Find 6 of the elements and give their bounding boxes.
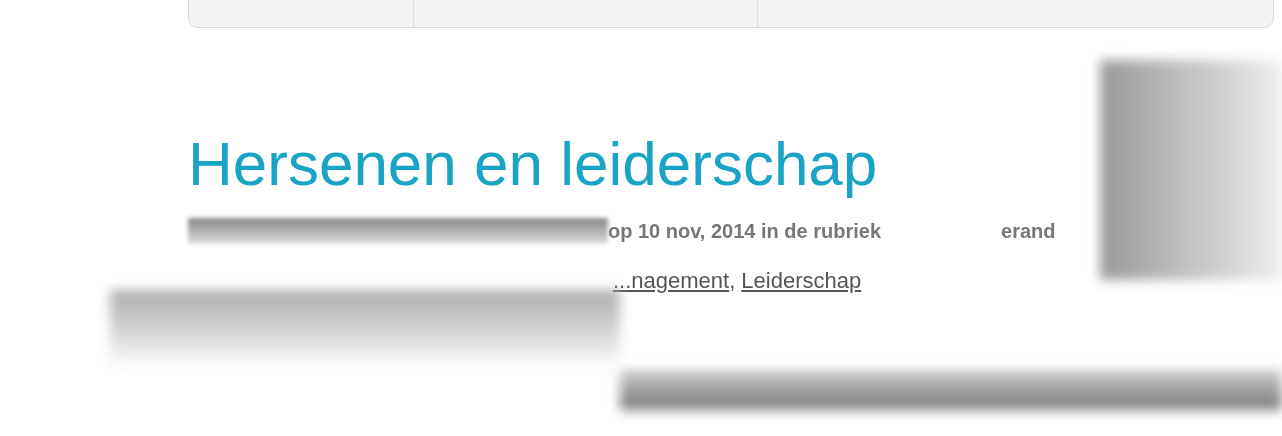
post-title: Hersenen en leiderschap xyxy=(188,128,879,200)
category-link[interactable]: ...nagement xyxy=(613,264,730,297)
category-link[interactable]: Leiderschap xyxy=(741,264,862,297)
separator-comma: , xyxy=(729,267,736,295)
category-link[interactable]: erand xyxy=(1001,216,1056,246)
post-meta: op 10 nov, 2014 in de rubriek xyxy=(608,219,882,244)
